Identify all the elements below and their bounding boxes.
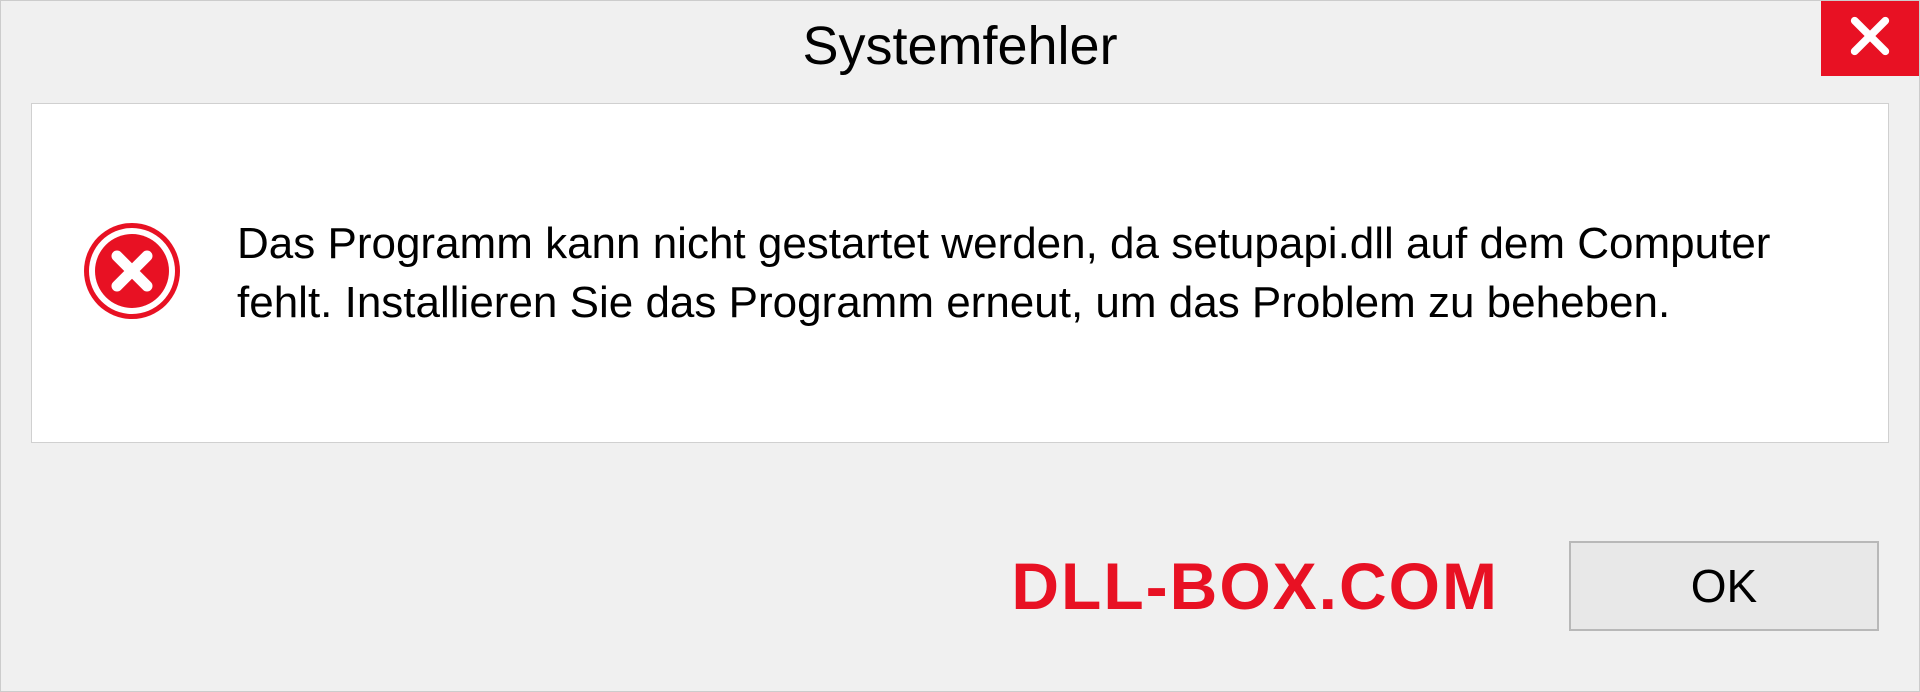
close-button[interactable] xyxy=(1821,1,1919,76)
title-bar: Systemfehler xyxy=(1,1,1919,91)
dialog-title: Systemfehler xyxy=(802,15,1117,77)
error-icon xyxy=(82,221,182,326)
close-icon xyxy=(1847,13,1893,64)
content-panel: Das Programm kann nicht gestartet werden… xyxy=(31,103,1889,443)
footer-bar: DLL-BOX.COM OK xyxy=(1,516,1919,691)
error-message: Das Programm kann nicht gestartet werden… xyxy=(237,214,1838,333)
ok-button[interactable]: OK xyxy=(1569,541,1879,631)
watermark-text: DLL-BOX.COM xyxy=(1011,548,1499,624)
